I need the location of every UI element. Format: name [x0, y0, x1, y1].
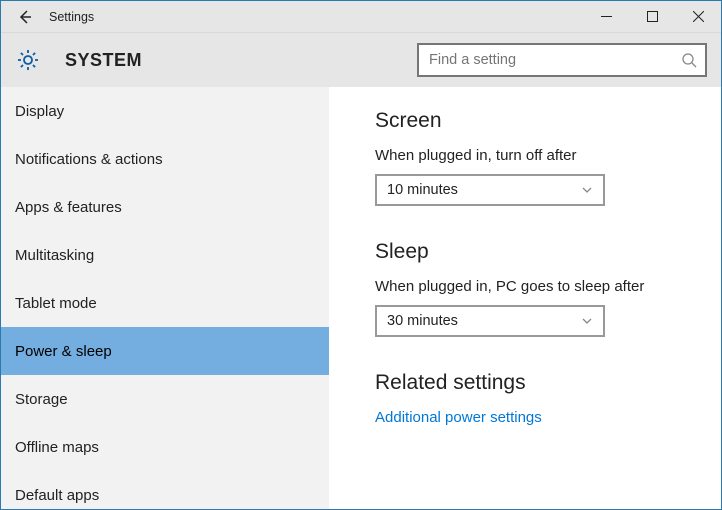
content: Screen When plugged in, turn off after 1…: [329, 87, 721, 509]
sleep-value: 30 minutes: [387, 313, 458, 329]
back-button[interactable]: [1, 1, 49, 33]
sidebar-item-label: Power & sleep: [15, 343, 112, 360]
sidebar-item-label: Multitasking: [15, 247, 94, 264]
search-input[interactable]: [429, 52, 681, 68]
search-icon: [681, 52, 697, 68]
titlebar: Settings: [1, 1, 721, 33]
additional-power-settings-link[interactable]: Additional power settings: [375, 409, 703, 426]
header: SYSTEM: [1, 33, 721, 87]
body: Display Notifications & actions Apps & f…: [1, 87, 721, 509]
page-title: SYSTEM: [65, 50, 142, 71]
sidebar-item-label: Default apps: [15, 487, 99, 504]
sleep-label: When plugged in, PC goes to sleep after: [375, 278, 703, 295]
sidebar: Display Notifications & actions Apps & f…: [1, 87, 329, 509]
chevron-down-icon: [581, 315, 593, 327]
sidebar-item-offline-maps[interactable]: Offline maps: [1, 423, 329, 471]
screen-off-value: 10 minutes: [387, 182, 458, 198]
maximize-button[interactable]: [629, 1, 675, 33]
sleep-heading: Sleep: [375, 240, 703, 264]
sidebar-item-default-apps[interactable]: Default apps: [1, 471, 329, 509]
screen-off-dropdown[interactable]: 10 minutes: [375, 174, 605, 206]
sidebar-item-notifications[interactable]: Notifications & actions: [1, 135, 329, 183]
close-button[interactable]: [675, 1, 721, 33]
window-title: Settings: [49, 10, 94, 24]
minimize-button[interactable]: [583, 1, 629, 33]
minimize-icon: [601, 11, 612, 22]
sidebar-item-display[interactable]: Display: [1, 87, 329, 135]
sidebar-item-label: Notifications & actions: [15, 151, 163, 168]
maximize-icon: [647, 11, 658, 22]
arrow-left-icon: [16, 8, 34, 26]
close-icon: [693, 11, 704, 22]
sleep-dropdown[interactable]: 30 minutes: [375, 305, 605, 337]
chevron-down-icon: [581, 184, 593, 196]
sidebar-item-label: Storage: [15, 391, 68, 408]
sidebar-item-apps[interactable]: Apps & features: [1, 183, 329, 231]
sidebar-item-power-sleep[interactable]: Power & sleep: [1, 327, 329, 375]
sidebar-item-storage[interactable]: Storage: [1, 375, 329, 423]
related-heading: Related settings: [375, 371, 703, 395]
sidebar-item-multitasking[interactable]: Multitasking: [1, 231, 329, 279]
sidebar-item-label: Display: [15, 103, 64, 120]
sidebar-item-label: Tablet mode: [15, 295, 97, 312]
screen-off-label: When plugged in, turn off after: [375, 147, 703, 164]
sidebar-item-label: Offline maps: [15, 439, 99, 456]
search-box[interactable]: [417, 43, 707, 77]
gear-icon: [15, 47, 41, 73]
settings-window: Settings SYSTEM: [0, 0, 722, 510]
sidebar-item-tablet-mode[interactable]: Tablet mode: [1, 279, 329, 327]
screen-heading: Screen: [375, 109, 703, 133]
sidebar-item-label: Apps & features: [15, 199, 122, 216]
